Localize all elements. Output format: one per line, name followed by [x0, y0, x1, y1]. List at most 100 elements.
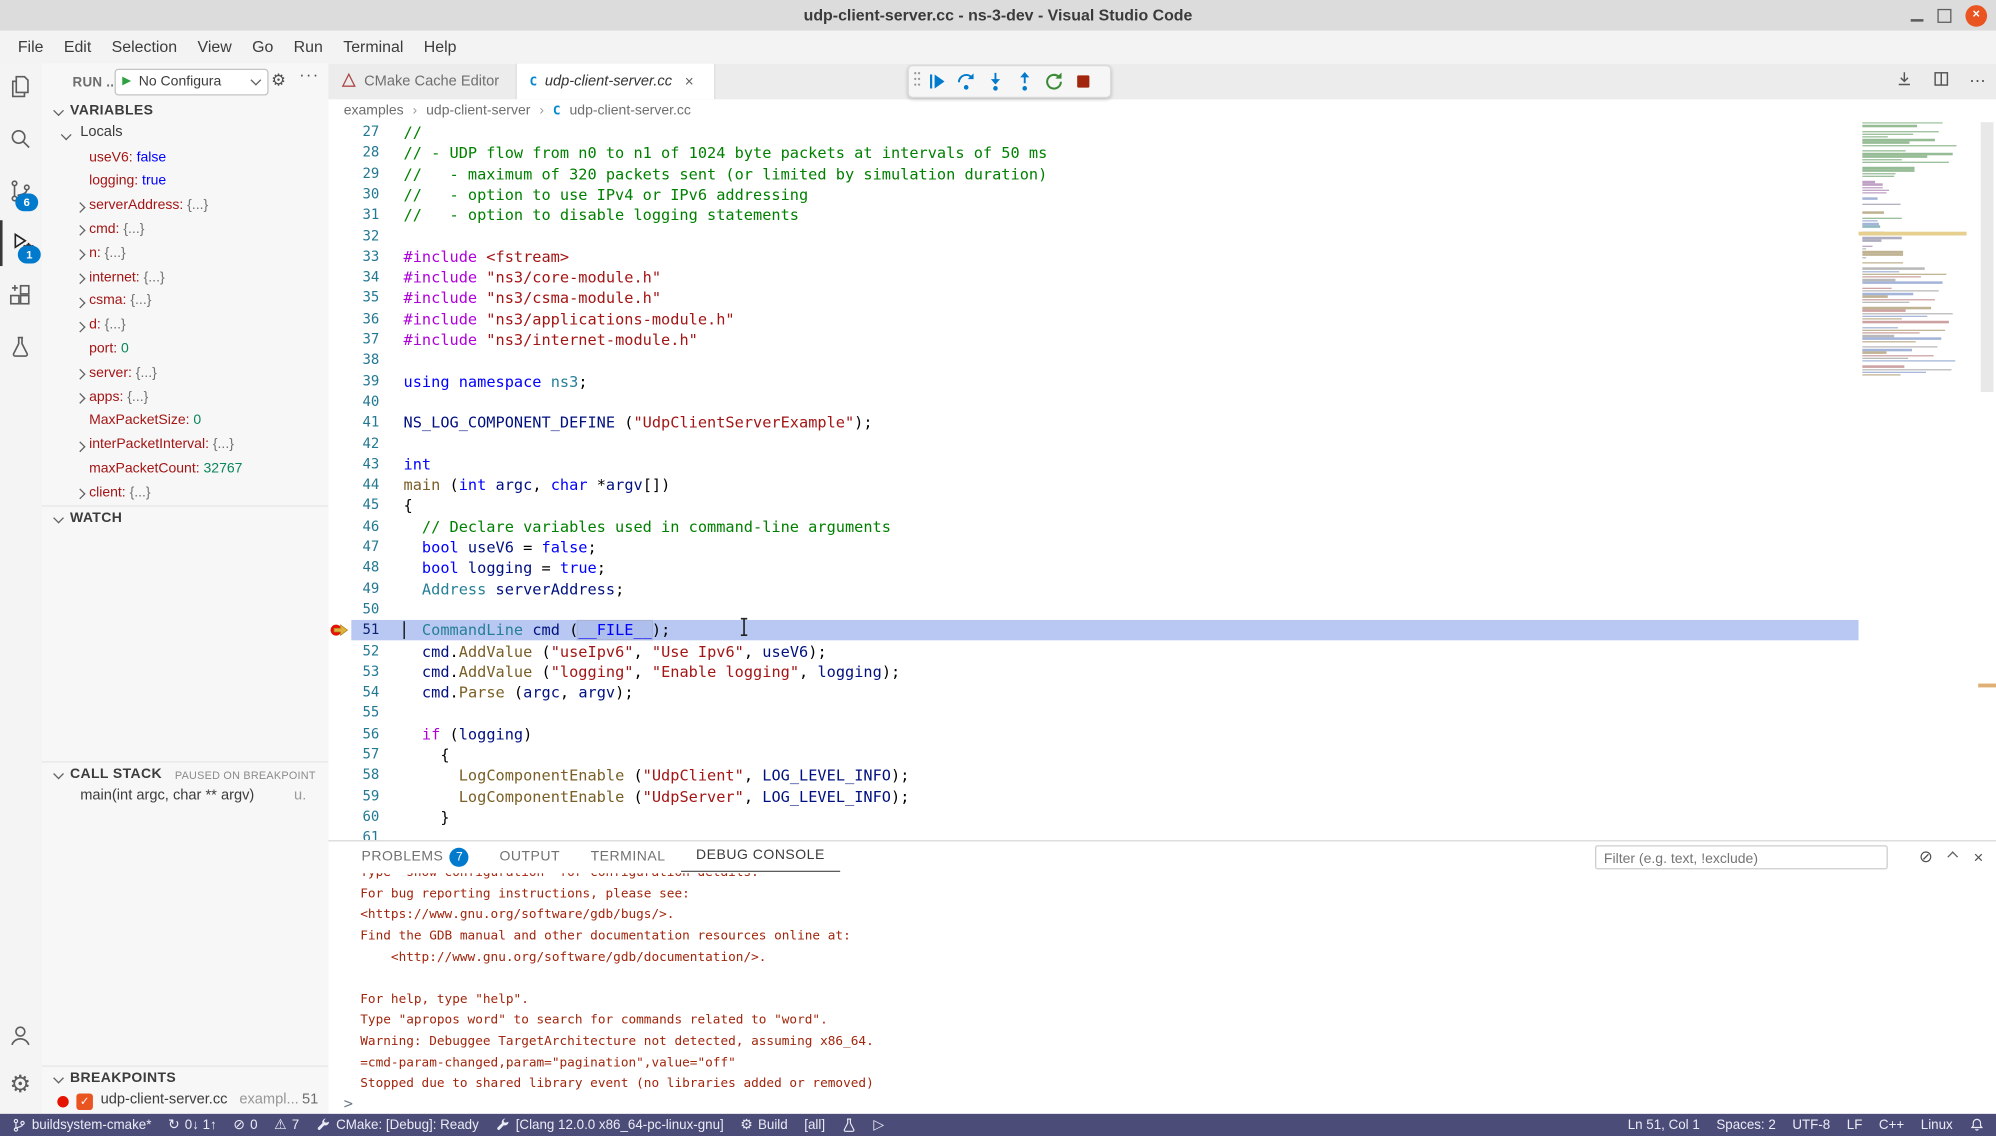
minimap[interactable] [1859, 122, 1967, 835]
breakpoints-section-header[interactable]: BREAKPOINTS [42, 1065, 328, 1090]
breadcrumb-item[interactable]: examples [344, 103, 404, 118]
watch-section-header[interactable]: WATCH [42, 505, 328, 530]
code-line[interactable]: 38 [328, 350, 1996, 371]
breadcrumb-item[interactable]: udp-client-server.cc [569, 103, 690, 118]
status-item-build[interactable]: ⚙Build [740, 1117, 787, 1134]
code-line[interactable]: 43int [328, 454, 1996, 475]
code-line[interactable]: 56 if (logging) [328, 724, 1996, 745]
more-actions-icon[interactable]: ⋯ [1969, 71, 1986, 91]
menu-item-help[interactable]: Help [414, 31, 467, 64]
variable-row[interactable]: client: {...} [42, 481, 326, 505]
code-line[interactable]: 34#include "ns3/core-module.h" [328, 267, 1996, 288]
status-item-bell[interactable] [1969, 1117, 1984, 1132]
code-line[interactable]: 40 [328, 392, 1996, 413]
code-line[interactable]: 61 [328, 828, 1996, 840]
clear-console-icon[interactable]: ⊘ [1919, 847, 1933, 867]
debug-settings-gear-icon[interactable]: ⚙ [271, 70, 286, 90]
variable-row[interactable]: useV6: false [42, 146, 326, 170]
console-line[interactable]: <http://www.gnu.org/software/gdb/documen… [360, 948, 1983, 969]
filter-input[interactable] [1596, 848, 1886, 870]
accounts-icon[interactable] [0, 1012, 41, 1058]
code-line[interactable]: 47 bool useV6 = false; [328, 537, 1996, 558]
search-icon[interactable] [0, 116, 41, 162]
variable-row[interactable]: d: {...} [42, 314, 326, 338]
status-item-c[interactable]: C++ [1879, 1117, 1904, 1132]
code-line[interactable]: 29// - maximum of 320 packets sent (or l… [328, 164, 1996, 185]
status-item-buildsystem-cmake[interactable]: buildsystem-cmake* [11, 1117, 151, 1132]
panel-tab-terminal[interactable]: TERMINAL [575, 841, 680, 872]
variable-row[interactable]: logging: true [42, 170, 326, 194]
testing-icon[interactable] [0, 325, 41, 371]
panel-tab-debug-console[interactable]: DEBUG CONSOLE [681, 841, 840, 872]
code-line[interactable]: 50 [328, 599, 1996, 620]
source-control-icon[interactable]: 6 [0, 168, 41, 214]
debug-config-dropdown[interactable]: ▶ No Configura [115, 69, 269, 96]
code-line[interactable]: 32 [328, 226, 1996, 247]
menu-item-selection[interactable]: Selection [101, 31, 187, 64]
menu-item-file[interactable]: File [8, 31, 54, 64]
status-item-7[interactable]: ⚠7 [274, 1117, 299, 1134]
breakpoint-row[interactable]: ✓ udp-client-server.cc exampl... 51 [42, 1090, 328, 1114]
variable-row[interactable]: n: {...} [42, 242, 326, 266]
variable-row[interactable]: csma: {...} [42, 290, 326, 314]
code-line[interactable]: 60 } [328, 807, 1996, 828]
menu-item-terminal[interactable]: Terminal [333, 31, 414, 64]
code-line[interactable]: 36#include "ns3/applications-module.h" [328, 309, 1996, 330]
explorer-icon[interactable] [0, 64, 41, 110]
code-line[interactable]: 49 Address serverAddress; [328, 579, 1996, 600]
code-line[interactable]: 28// - UDP flow from n0 to n1 of 1024 by… [328, 143, 1996, 164]
code-line[interactable]: 51 CommandLine cmd (__FILE__); [328, 620, 1996, 641]
console-prompt[interactable]: > [344, 1095, 353, 1113]
status-item-clang-12-0-0-x86-64-pc-linux-gnu[interactable]: [Clang 12.0.0 x86_64-pc-linux-gnu] [495, 1117, 723, 1132]
breakpoint-checkbox[interactable]: ✓ [76, 1093, 93, 1110]
menu-item-edit[interactable]: Edit [54, 31, 102, 64]
extensions-icon[interactable] [0, 272, 41, 318]
status-item-0-1[interactable]: ↻0↓ 1↑ [168, 1117, 217, 1134]
chevron-up-icon[interactable] [1948, 851, 1959, 862]
minimize-icon[interactable] [1911, 18, 1924, 21]
run-and-debug-icon[interactable]: 1 [0, 220, 43, 266]
status-item-0[interactable]: ⊘0 [233, 1117, 257, 1134]
status-item-cmake-debug-ready[interactable]: CMake: [Debug]: Ready [316, 1117, 479, 1132]
code-line[interactable]: 55 [328, 703, 1996, 724]
variable-row[interactable]: cmd: {...} [42, 218, 326, 242]
more-actions-icon[interactable]: ··· [299, 65, 319, 84]
step-over-icon[interactable] [952, 67, 980, 95]
step-out-icon[interactable] [1011, 67, 1039, 95]
status-item-ln-51-col-1[interactable]: Ln 51, Col 1 [1628, 1117, 1700, 1132]
code-line[interactable]: 30// - option to use IPv4 or IPv6 addres… [328, 184, 1996, 205]
code-line[interactable]: 45{ [328, 496, 1996, 517]
variable-row[interactable]: port: 0 [42, 338, 326, 362]
code-line[interactable]: 58 LogComponentEnable ("UdpClient", LOG_… [328, 765, 1996, 786]
code-line[interactable]: 59 LogComponentEnable ("UdpServer", LOG_… [328, 786, 1996, 807]
status-item-play[interactable]: ▷ [873, 1117, 884, 1134]
restart-icon[interactable] [1040, 67, 1068, 95]
status-item-flask[interactable] [842, 1117, 857, 1132]
tab-cmake-cache-editor[interactable]: CMake Cache Editor [328, 64, 516, 100]
close-tab-icon[interactable]: × [685, 73, 694, 91]
variable-row[interactable]: MaxPacketSize: 0 [42, 410, 326, 434]
code-line[interactable]: 53 cmd.AddValue ("logging", "Enable logg… [328, 662, 1996, 683]
code-line[interactable]: 44main (int argc, char *argv[]) [328, 475, 1996, 496]
maximize-icon[interactable] [1937, 8, 1951, 22]
code-line[interactable]: 46 // Declare variables used in command-… [328, 516, 1996, 537]
variable-row[interactable]: server: {...} [42, 362, 326, 386]
close-panel-icon[interactable]: × [1974, 847, 1984, 866]
code-line[interactable]: 57 { [328, 745, 1996, 766]
download-icon[interactable] [1895, 69, 1913, 93]
split-editor-icon[interactable] [1932, 69, 1950, 93]
code-line[interactable]: 48 bool logging = true; [328, 558, 1996, 579]
status-item-all[interactable]: [all] [804, 1117, 825, 1132]
code-line[interactable]: 35#include "ns3/csma-module.h" [328, 288, 1996, 309]
variable-row[interactable]: interPacketInterval: {...} [42, 434, 326, 458]
variables-section-header[interactable]: VARIABLES [42, 99, 328, 123]
start-debug-icon[interactable]: ▶ [122, 74, 131, 88]
scrollbar-thumb[interactable] [1981, 122, 1994, 392]
debug-console-output[interactable]: Type "show configuration" for configurat… [328, 873, 1996, 1092]
code-line[interactable]: 54 cmd.Parse (argc, argv); [328, 682, 1996, 703]
panel-tab-problems[interactable]: PROBLEMS7 [346, 841, 484, 872]
locals-scope-row[interactable]: Locals [42, 122, 328, 146]
call-stack-frame[interactable]: main(int argc, char ** argv) u. [42, 785, 328, 809]
variable-row[interactable]: maxPacketCount: 32767 [42, 457, 326, 481]
variable-row[interactable]: serverAddress: {...} [42, 194, 326, 218]
